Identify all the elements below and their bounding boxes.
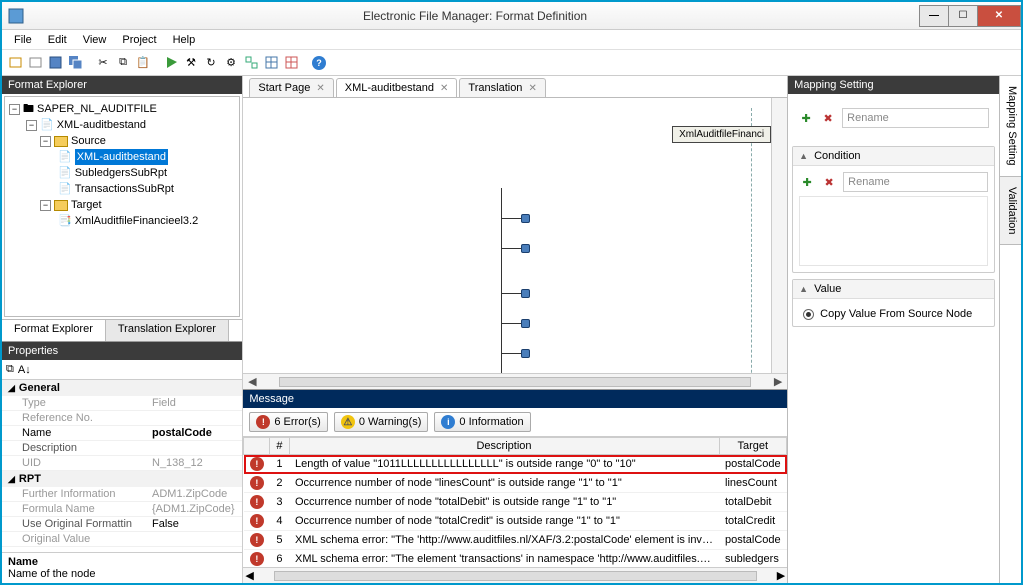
tool-cut[interactable]: ✂ (94, 54, 112, 72)
table-row[interactable]: !4Occurrence number of node "totalCredit… (244, 512, 787, 531)
format-explorer-header: Format Explorer (2, 76, 242, 94)
close-button[interactable]: ✕ (977, 5, 1021, 27)
message-toolbar: !6 Error(s) ⚠0 Warning(s) i0 Information (243, 408, 787, 436)
app-icon (8, 8, 24, 24)
menu-edit[interactable]: Edit (40, 32, 75, 48)
tool-2[interactable] (26, 54, 44, 72)
document-tabs: Start Page✕ XML-auditbestand✕ Translatio… (243, 76, 787, 98)
value-header[interactable]: ▲Value (793, 280, 994, 299)
tool-1[interactable] (6, 54, 24, 72)
delete-icon[interactable]: ✖ (820, 110, 836, 126)
canvas-hscroll[interactable]: ◀ ▶ (243, 373, 787, 389)
props-footer-name: Name (8, 556, 236, 568)
tree-source[interactable]: Source (71, 133, 106, 149)
menu-view[interactable]: View (75, 32, 115, 48)
tool-paste[interactable]: 📋 (134, 54, 152, 72)
tool-saveall[interactable] (66, 54, 84, 72)
scroll-right-icon[interactable]: ▶ (771, 375, 785, 388)
menu-help[interactable]: Help (165, 32, 204, 48)
tab-xml-auditbestand[interactable]: XML-auditbestand✕ (336, 78, 458, 97)
tool-grid1[interactable] (242, 54, 260, 72)
condition-header[interactable]: ▲Condition (793, 147, 994, 166)
props-sort-az-icon[interactable]: A↓ (18, 364, 31, 376)
tool-run[interactable] (162, 54, 180, 72)
tree-root[interactable]: SAPER_NL_AUDITFILE (37, 101, 157, 117)
scroll-left-icon[interactable]: ◀ (245, 375, 259, 388)
condition-rename-input[interactable]: Rename (843, 172, 988, 192)
tool-save[interactable] (46, 54, 64, 72)
errors-button[interactable]: !6 Error(s) (249, 412, 327, 432)
side-tabs: Mapping Setting Validation (999, 76, 1021, 583)
maximize-button[interactable]: ☐ (948, 5, 978, 27)
tree-item-2[interactable]: TransactionsSubRpt (75, 181, 174, 197)
message-table[interactable]: # Description Target !1Length of value "… (243, 437, 787, 567)
error-icon: ! (250, 457, 264, 471)
tool-grid3[interactable] (282, 54, 300, 72)
tool-refresh[interactable]: ↻ (202, 54, 220, 72)
properties-header: Properties (2, 342, 242, 360)
menu-file[interactable]: File (6, 32, 40, 48)
minimize-button[interactable]: — (919, 5, 949, 27)
tab-translation[interactable]: Translation✕ (459, 78, 545, 97)
table-row[interactable]: !5XML schema error: "The 'http://www.aud… (244, 531, 787, 550)
side-tab-mapping[interactable]: Mapping Setting (1000, 76, 1021, 177)
warnings-button[interactable]: ⚠0 Warning(s) (334, 412, 429, 432)
window-title: Electronic File Manager: Format Definiti… (30, 9, 920, 23)
error-icon: ! (250, 533, 264, 547)
explorer-tabs: Format Explorer Translation Explorer (2, 319, 242, 341)
props-general-header[interactable]: ◢General (2, 380, 242, 396)
error-icon: ! (250, 495, 264, 509)
mapping-setting-header: Mapping Setting (788, 76, 999, 94)
close-icon[interactable]: ✕ (528, 83, 536, 94)
table-row[interactable]: !6XML schema error: "The element 'transa… (244, 550, 787, 568)
table-row[interactable]: !1Length of value "1011LLLLLLLLLLLLLLLL"… (244, 455, 787, 474)
add-icon[interactable]: ✚ (798, 110, 814, 126)
tool-gear[interactable]: ⚙ (222, 54, 240, 72)
rename-input[interactable]: Rename (842, 108, 989, 128)
error-icon: ! (250, 514, 264, 528)
table-row[interactable]: !2Occurrence number of node "linesCount"… (244, 474, 787, 493)
close-icon[interactable]: ✕ (316, 83, 324, 94)
close-icon[interactable]: ✕ (440, 83, 448, 94)
tool-copy[interactable]: ⧉ (114, 54, 132, 72)
radio-copy-value[interactable]: Copy Value From Source Node (803, 308, 988, 320)
message-header: Message (243, 390, 787, 408)
error-icon: ! (250, 476, 264, 490)
toolbar: ✂ ⧉ 📋 ⚒ ↻ ⚙ ? (2, 50, 1021, 76)
tool-build[interactable]: ⚒ (182, 54, 200, 72)
table-row[interactable]: !3Occurrence number of node "totalDebit"… (244, 493, 787, 512)
side-tab-validation[interactable]: Validation (1000, 177, 1021, 246)
properties-toolbar: ⧉ A↓ (2, 360, 242, 380)
tab-format-explorer[interactable]: Format Explorer (2, 320, 106, 341)
tree-target-item[interactable]: XmlAuditfileFinancieel3.2 (75, 213, 199, 229)
error-icon: ! (250, 552, 264, 566)
tree-target[interactable]: Target (71, 197, 102, 213)
design-canvas[interactable]: XmlAuditfileFinanci ◀ ▶ (243, 98, 787, 389)
format-explorer-tree[interactable]: −🖿SAPER_NL_AUDITFILE −📄XML-auditbestand … (4, 96, 240, 317)
tool-grid2[interactable] (262, 54, 280, 72)
props-footer-desc: Name of the node (8, 568, 236, 580)
info-button[interactable]: i0 Information (434, 412, 530, 432)
message-hscroll[interactable]: ◀ ▶ (243, 567, 787, 583)
canvas-vscroll[interactable] (771, 98, 787, 373)
tab-translation-explorer[interactable]: Translation Explorer (106, 320, 229, 341)
props-sort-cat-icon[interactable]: ⧉ (6, 363, 14, 376)
tree-doc[interactable]: XML-auditbestand (57, 117, 146, 133)
tree-item-1[interactable]: SubledgersSubRpt (75, 165, 167, 181)
menubar: File Edit View Project Help (2, 30, 1021, 50)
delete-icon[interactable]: ✖ (821, 174, 837, 190)
canvas-target-node[interactable]: XmlAuditfileFinanci (672, 126, 771, 143)
menu-project[interactable]: Project (114, 32, 164, 48)
add-icon[interactable]: ✚ (799, 174, 815, 190)
titlebar: Electronic File Manager: Format Definiti… (2, 2, 1021, 30)
tool-help[interactable]: ? (310, 54, 328, 72)
props-rpt-header[interactable]: ◢RPT (2, 471, 242, 487)
tab-start-page[interactable]: Start Page✕ (249, 78, 333, 97)
tree-item-selected[interactable]: XML-auditbestand (75, 149, 168, 165)
